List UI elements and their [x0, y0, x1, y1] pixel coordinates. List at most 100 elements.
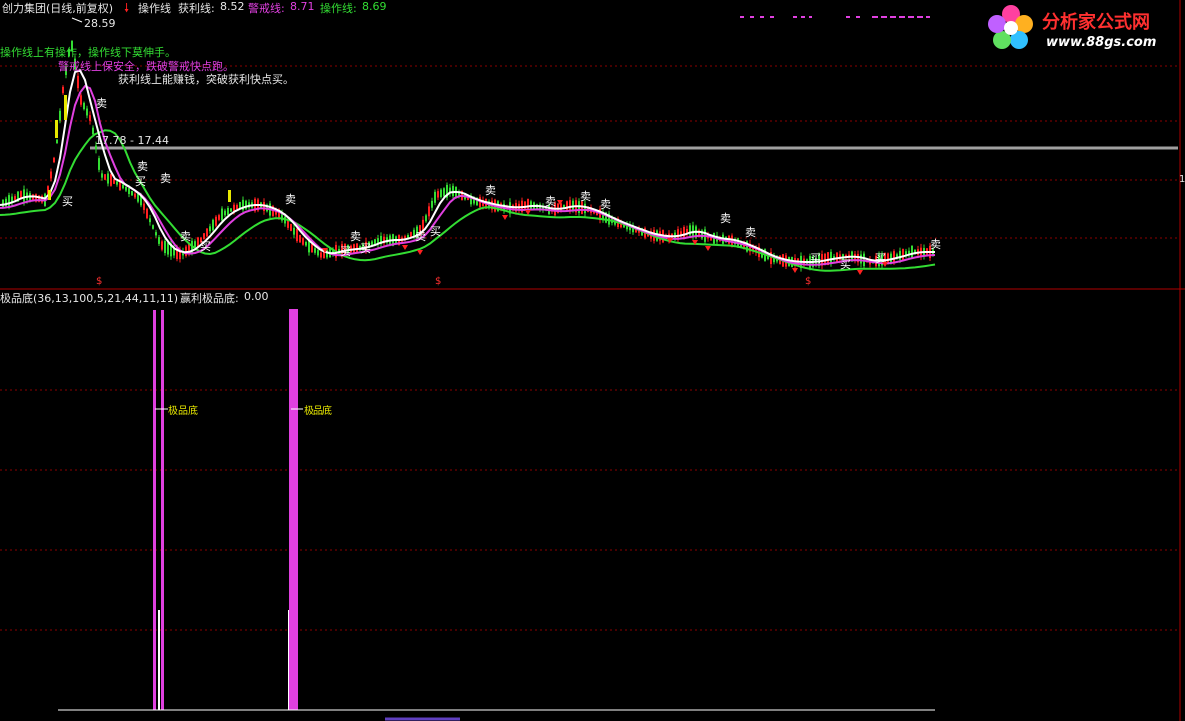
candle-body: [227, 207, 229, 216]
candle-body: [164, 241, 166, 253]
header-operation-value-label: 操作线:: [320, 2, 357, 15]
candle-body: [146, 208, 148, 219]
candle-body: [221, 208, 223, 221]
sub-grid: [0, 389, 1180, 631]
candle-body: [149, 218, 151, 223]
highlight-bar: [48, 190, 51, 200]
candle-body: [89, 115, 91, 121]
candle-body: [128, 188, 130, 194]
candle-body: [98, 158, 100, 170]
candle-body: [311, 244, 313, 253]
sell-marker: 卖: [180, 230, 191, 243]
candle-body: [683, 226, 685, 238]
candle-body: [218, 215, 220, 220]
down-arrow-icon: [792, 268, 798, 273]
candle-body: [14, 196, 16, 200]
buy-marker: 买: [200, 240, 211, 253]
candle-body: [203, 233, 205, 240]
header-warning-value: 8.71: [290, 0, 315, 13]
sub-indicator-label: 赢利极品底:: [180, 292, 239, 305]
candle-body: [50, 171, 52, 179]
signal-label: 极品底: [168, 406, 198, 417]
candle-body: [452, 185, 454, 197]
sell-marker: 卖: [137, 160, 148, 173]
candle-body: [911, 245, 913, 259]
down-arrow-icon: [417, 250, 423, 255]
candle-body: [116, 181, 118, 185]
candle-body: [161, 241, 163, 250]
candle-body: [152, 225, 154, 229]
signal-bar: [288, 610, 289, 710]
chart-canvas[interactable]: 卖卖卖卖卖卖 卖卖卖 卖卖卖卖卖买买买买买买买买买: [0, 0, 1185, 721]
sell-marker: 卖: [96, 97, 107, 110]
candle-body: [110, 174, 112, 186]
candle-body: [77, 75, 79, 89]
signal-bars: [153, 309, 298, 710]
candle-body: [92, 127, 94, 135]
down-arrow-icon: [857, 270, 863, 275]
high-leader: [71, 17, 83, 23]
candle-body: [134, 193, 136, 198]
candle-body: [437, 191, 439, 198]
buy-marker: 买: [360, 242, 371, 255]
candle-body: [107, 173, 109, 184]
signal-bar: [161, 310, 164, 710]
candle-body: [317, 250, 319, 256]
high-price-label: 28.59: [84, 17, 116, 30]
candle-body: [158, 237, 160, 244]
candle-body: [692, 225, 694, 237]
candle-body: [236, 204, 238, 210]
candle-body: [83, 102, 85, 110]
candle-body: [122, 184, 124, 189]
candle-body: [299, 235, 301, 243]
candle-body: [23, 189, 25, 202]
sell-marker: 卖: [285, 193, 296, 206]
candle-body: [443, 188, 445, 197]
chart-title: 创力集团(日线,前复权): [2, 2, 114, 15]
header-profit-label: 获利线:: [178, 2, 215, 15]
candle-body: [566, 201, 568, 211]
sell-marker: 卖: [600, 198, 611, 211]
candle-body: [215, 216, 217, 226]
candle-body: [305, 241, 307, 246]
down-arrow-icon: [402, 245, 408, 250]
candle-body: [245, 200, 247, 210]
candle-body: [104, 174, 106, 180]
candle-body: [131, 190, 133, 196]
sub-indicator-value: 0.00: [244, 290, 269, 303]
dollar-marker: $: [805, 276, 812, 287]
candle-body: [434, 191, 436, 203]
candle-body: [113, 179, 115, 184]
candle-body: [890, 253, 892, 263]
signal-bar: [158, 610, 160, 710]
sub-panel-title: 极品底(36,13,100,5,21,44,11,11): [0, 292, 179, 305]
buy-marker: 买: [62, 195, 73, 208]
buy-marker: 买: [340, 245, 351, 258]
candle-body: [425, 215, 427, 222]
candle-body: [530, 201, 532, 209]
candle-body: [899, 250, 901, 260]
trade-markers: 卖卖卖卖卖卖 卖卖卖 卖卖卖卖卖买买买买买买买买买: [48, 95, 941, 275]
candle-body: [56, 139, 58, 144]
candle-body: [224, 210, 226, 216]
side-tick: 1: [1179, 174, 1185, 185]
dollar-marker: $: [96, 276, 103, 287]
down-arrow-icon: [502, 215, 508, 220]
candle-body: [860, 254, 862, 264]
candle-body: [584, 203, 586, 214]
candle-body: [893, 251, 895, 264]
buy-marker: 买: [430, 225, 441, 238]
flower-logo-icon: [985, 2, 1037, 54]
candle-body: [167, 242, 169, 255]
arrow-icon: 🠗: [124, 1, 130, 15]
logo-name: 分析家公式网: [1042, 12, 1150, 33]
header-warning-label: 警戒线:: [248, 2, 285, 15]
sell-marker: 卖: [485, 184, 496, 197]
sell-marker: 卖: [745, 226, 756, 239]
buy-marker: 买: [810, 252, 821, 265]
candle-body: [581, 201, 583, 215]
candle-body: [569, 200, 571, 211]
candle-body: [290, 224, 292, 231]
down-arrow-icon: [705, 246, 711, 251]
candle-body: [320, 252, 322, 258]
